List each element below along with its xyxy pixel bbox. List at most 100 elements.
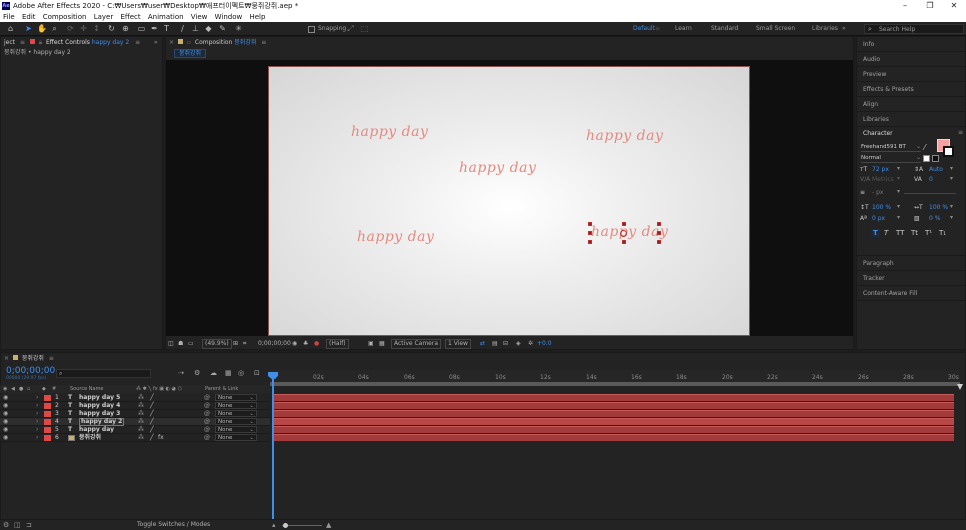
black-swatch[interactable] <box>932 155 939 162</box>
font-style-dropdown[interactable]: Normal ⌄ <box>861 154 921 163</box>
snap-options-icon[interactable]: ⤢ <box>346 24 355 33</box>
in-out-panes-icon[interactable]: ⊐ <box>26 521 32 529</box>
rectangle-tool-icon[interactable]: ▭ <box>137 24 146 33</box>
menu-animation[interactable]: Animation <box>148 12 184 22</box>
panel-menu-icon[interactable]: ≡ <box>135 39 140 46</box>
effect-controls-tab[interactable]: Effect Controls <box>46 39 90 46</box>
exposure-value[interactable]: +0.0 <box>537 338 552 349</box>
menu-window[interactable]: Window <box>215 12 243 22</box>
vr-icon[interactable]: ☗ <box>178 338 183 349</box>
layer-search-input[interactable]: ⌕ <box>56 369 151 378</box>
comp-mini-flowchart-icon[interactable]: ⇢ <box>178 369 184 377</box>
menu-view[interactable]: View <box>191 12 208 22</box>
more-workspaces-icon[interactable]: » <box>842 25 846 32</box>
close-button[interactable]: ✕ <box>942 0 966 12</box>
superscript-button[interactable]: T¹ <box>925 229 932 237</box>
eraser-tool-icon[interactable]: ◆ <box>204 24 213 33</box>
layer-label-color[interactable] <box>44 403 51 409</box>
dolly-tool-icon[interactable]: ↕ <box>92 24 101 33</box>
orbit-tool-icon[interactable]: ⟳ <box>66 24 75 33</box>
layer-duration-bar[interactable] <box>272 394 954 401</box>
menu-file[interactable]: File <box>3 12 15 22</box>
paragraph-panel-header[interactable]: Paragraph <box>857 256 965 271</box>
visibility-eye-icon[interactable]: ◉ <box>3 426 8 434</box>
tracking-value[interactable]: 0 <box>929 176 933 183</box>
anchor-point-icon[interactable] <box>620 230 627 237</box>
preview-panel-header[interactable]: Preview <box>857 67 965 82</box>
layer-row[interactable]: ◉ › 3 Thappy day 3 ⁂ ╱ @ None ⌄ <box>0 410 270 418</box>
work-area-bar[interactable] <box>270 382 960 386</box>
layer-duration-bar[interactable] <box>272 418 954 425</box>
type-tool-icon[interactable]: T <box>162 24 171 33</box>
parent-dropdown[interactable]: None ⌄ <box>215 418 257 425</box>
clone-stamp-tool-icon[interactable]: ⊥ <box>191 24 200 33</box>
show-snapshot-icon[interactable]: ♣ <box>303 338 308 349</box>
project-tab-label[interactable]: ject <box>4 39 15 46</box>
tracker-panel-header[interactable]: Tracker <box>857 271 965 286</box>
content-aware-fill-panel-header[interactable]: Content-Aware Fill <box>857 286 965 301</box>
camera-dropdown[interactable]: Active Camera <box>391 339 442 349</box>
parent-dropdown[interactable]: None ⌄ <box>215 402 257 409</box>
expand-chevron-icon[interactable]: › <box>36 418 38 426</box>
layer-name[interactable]: happy day 4 <box>79 402 120 410</box>
collapse-switch-icon[interactable]: ⁂ <box>138 426 144 434</box>
layer-name[interactable]: happy day 2 <box>79 418 125 426</box>
visibility-eye-icon[interactable]: ◉ <box>3 402 8 410</box>
visibility-eye-icon[interactable]: ◉ <box>3 418 8 426</box>
shy-layers-icon[interactable]: ☁ <box>210 369 217 377</box>
composition-tab-name[interactable]: 뭉쥐강쥐 <box>234 39 256 46</box>
quality-switch-icon[interactable]: ╱ <box>150 434 154 442</box>
visibility-eye-icon[interactable]: ◉ <box>3 434 8 442</box>
expand-chevron-icon[interactable]: › <box>36 402 38 410</box>
resolution-dropdown[interactable]: (Half) <box>326 339 349 349</box>
expand-chevron-icon[interactable]: › <box>36 426 38 434</box>
workspace-standard[interactable]: Standard <box>711 25 738 32</box>
transform-handle[interactable] <box>657 222 661 226</box>
collapse-switch-icon[interactable]: ⁂ <box>138 418 144 426</box>
white-swatch[interactable] <box>923 155 930 162</box>
quality-switch-icon[interactable]: ╱ <box>150 410 154 418</box>
audio-panel-header[interactable]: Audio <box>857 52 965 67</box>
anchor-tool-icon[interactable]: ⊕ <box>121 24 130 33</box>
font-size-value[interactable]: 72 px <box>872 166 889 173</box>
effects-switch-icon[interactable]: fx <box>158 434 164 442</box>
transform-handle[interactable] <box>657 231 661 235</box>
timeline-icon[interactable]: ▤ <box>492 338 498 349</box>
menu-edit[interactable]: Edit <box>22 12 36 22</box>
composition-tab-label[interactable]: Composition <box>195 39 232 46</box>
align-panel-header[interactable]: Align <box>857 97 965 112</box>
zoom-out-icon[interactable]: ▴ <box>272 521 276 529</box>
layer-name[interactable]: 뭉쥐강쥐 <box>79 434 101 442</box>
snapshot-icon[interactable]: ◉ <box>292 338 297 349</box>
timeline-tab-name[interactable]: 뭉쥐강쥐 <box>22 355 44 362</box>
frame-blending-icon[interactable]: ▦ <box>225 369 232 377</box>
stroke-width-value[interactable]: - px <box>872 189 883 196</box>
eyedropper-icon[interactable]: ⁄ <box>924 143 925 152</box>
time-ruler[interactable] <box>270 370 960 382</box>
quality-switch-icon[interactable]: ╱ <box>150 394 154 402</box>
collapse-switch-icon[interactable]: ⁂ <box>138 402 144 410</box>
layer-name[interactable]: happy day 3 <box>79 410 120 418</box>
expand-chevron-icon[interactable]: › <box>36 434 38 442</box>
time-zoom-slider[interactable] <box>282 525 322 526</box>
layer-label-color[interactable] <box>44 419 51 425</box>
pick-whip-icon[interactable]: @ <box>204 410 210 418</box>
horizontal-scale-value[interactable]: 100 % <box>929 204 948 211</box>
playhead[interactable] <box>272 372 274 520</box>
expand-chevron-icon[interactable]: › <box>36 394 38 402</box>
puppet-tool-icon[interactable]: ✳ <box>234 24 243 33</box>
zoom-tool-icon[interactable]: ⌕ <box>50 24 59 33</box>
zoom-in-icon[interactable]: ▲ <box>326 521 331 529</box>
parent-dropdown[interactable]: None ⌄ <box>215 426 257 433</box>
layer-row[interactable]: ◉ › 6 뭉쥐강쥐 ⁂ ╱ fx @ None ⌄ <box>0 434 270 442</box>
pick-whip-icon[interactable]: @ <box>204 418 210 426</box>
composition-subtab[interactable]: 뭉쥐강쥐 <box>174 49 207 58</box>
workspace-learn[interactable]: Learn <box>675 25 692 32</box>
effects-presets-panel-header[interactable]: Effects & Presets <box>857 82 965 97</box>
flowchart-icon[interactable]: ⊟ <box>503 338 508 349</box>
draft-3d-icon[interactable]: ⚙ <box>194 369 200 377</box>
lock-icon[interactable]: 🔒︎ <box>39 39 42 46</box>
motion-blur-icon[interactable]: ◎ <box>238 369 244 377</box>
text-layer-happy-day-5[interactable]: happy day <box>351 124 428 140</box>
composition-frame[interactable]: happy day happy day happy day happy day … <box>268 66 750 336</box>
